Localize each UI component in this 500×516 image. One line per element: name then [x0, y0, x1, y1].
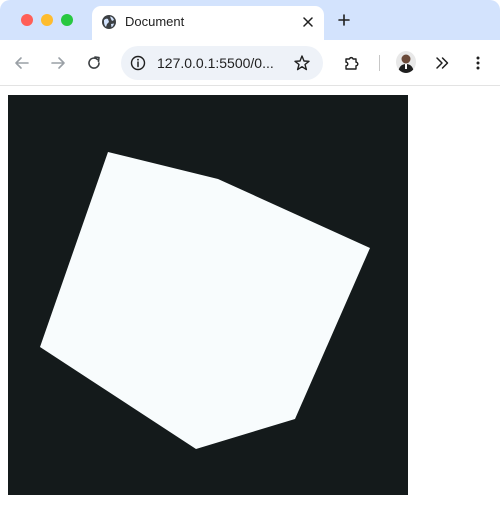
close-window-button[interactable]	[21, 14, 33, 26]
plus-icon[interactable]	[334, 10, 354, 30]
address-url[interactable]: 127.0.0.1:5500/0...	[157, 55, 274, 71]
address-bar[interactable]: 127.0.0.1:5500/0...	[121, 46, 323, 80]
drawing-canvas	[8, 95, 408, 495]
canvas-svg	[8, 95, 408, 495]
star-icon[interactable]	[293, 54, 311, 72]
minimize-window-button[interactable]	[41, 14, 53, 26]
chevron-double-right-icon[interactable]	[432, 53, 452, 73]
close-icon[interactable]	[300, 14, 316, 30]
puzzle-icon[interactable]	[342, 53, 362, 73]
tab-document[interactable]: Document	[92, 6, 324, 40]
browser-toolbar: 127.0.0.1:5500/0...	[0, 40, 500, 86]
tab-title: Document	[125, 14, 185, 29]
globe-icon	[101, 14, 117, 30]
tab-strip: Document	[0, 0, 500, 40]
browser-window: Document 127.0.0.1:5500/0...	[0, 0, 500, 516]
kebab-menu-icon[interactable]	[468, 53, 488, 73]
maximize-window-button[interactable]	[61, 14, 73, 26]
forward-arrow-icon[interactable]	[48, 53, 68, 73]
profile-avatar[interactable]	[396, 51, 416, 73]
info-icon[interactable]	[130, 55, 146, 71]
reload-icon[interactable]	[84, 53, 104, 73]
toolbar-divider	[379, 55, 380, 71]
back-arrow-icon[interactable]	[12, 53, 32, 73]
